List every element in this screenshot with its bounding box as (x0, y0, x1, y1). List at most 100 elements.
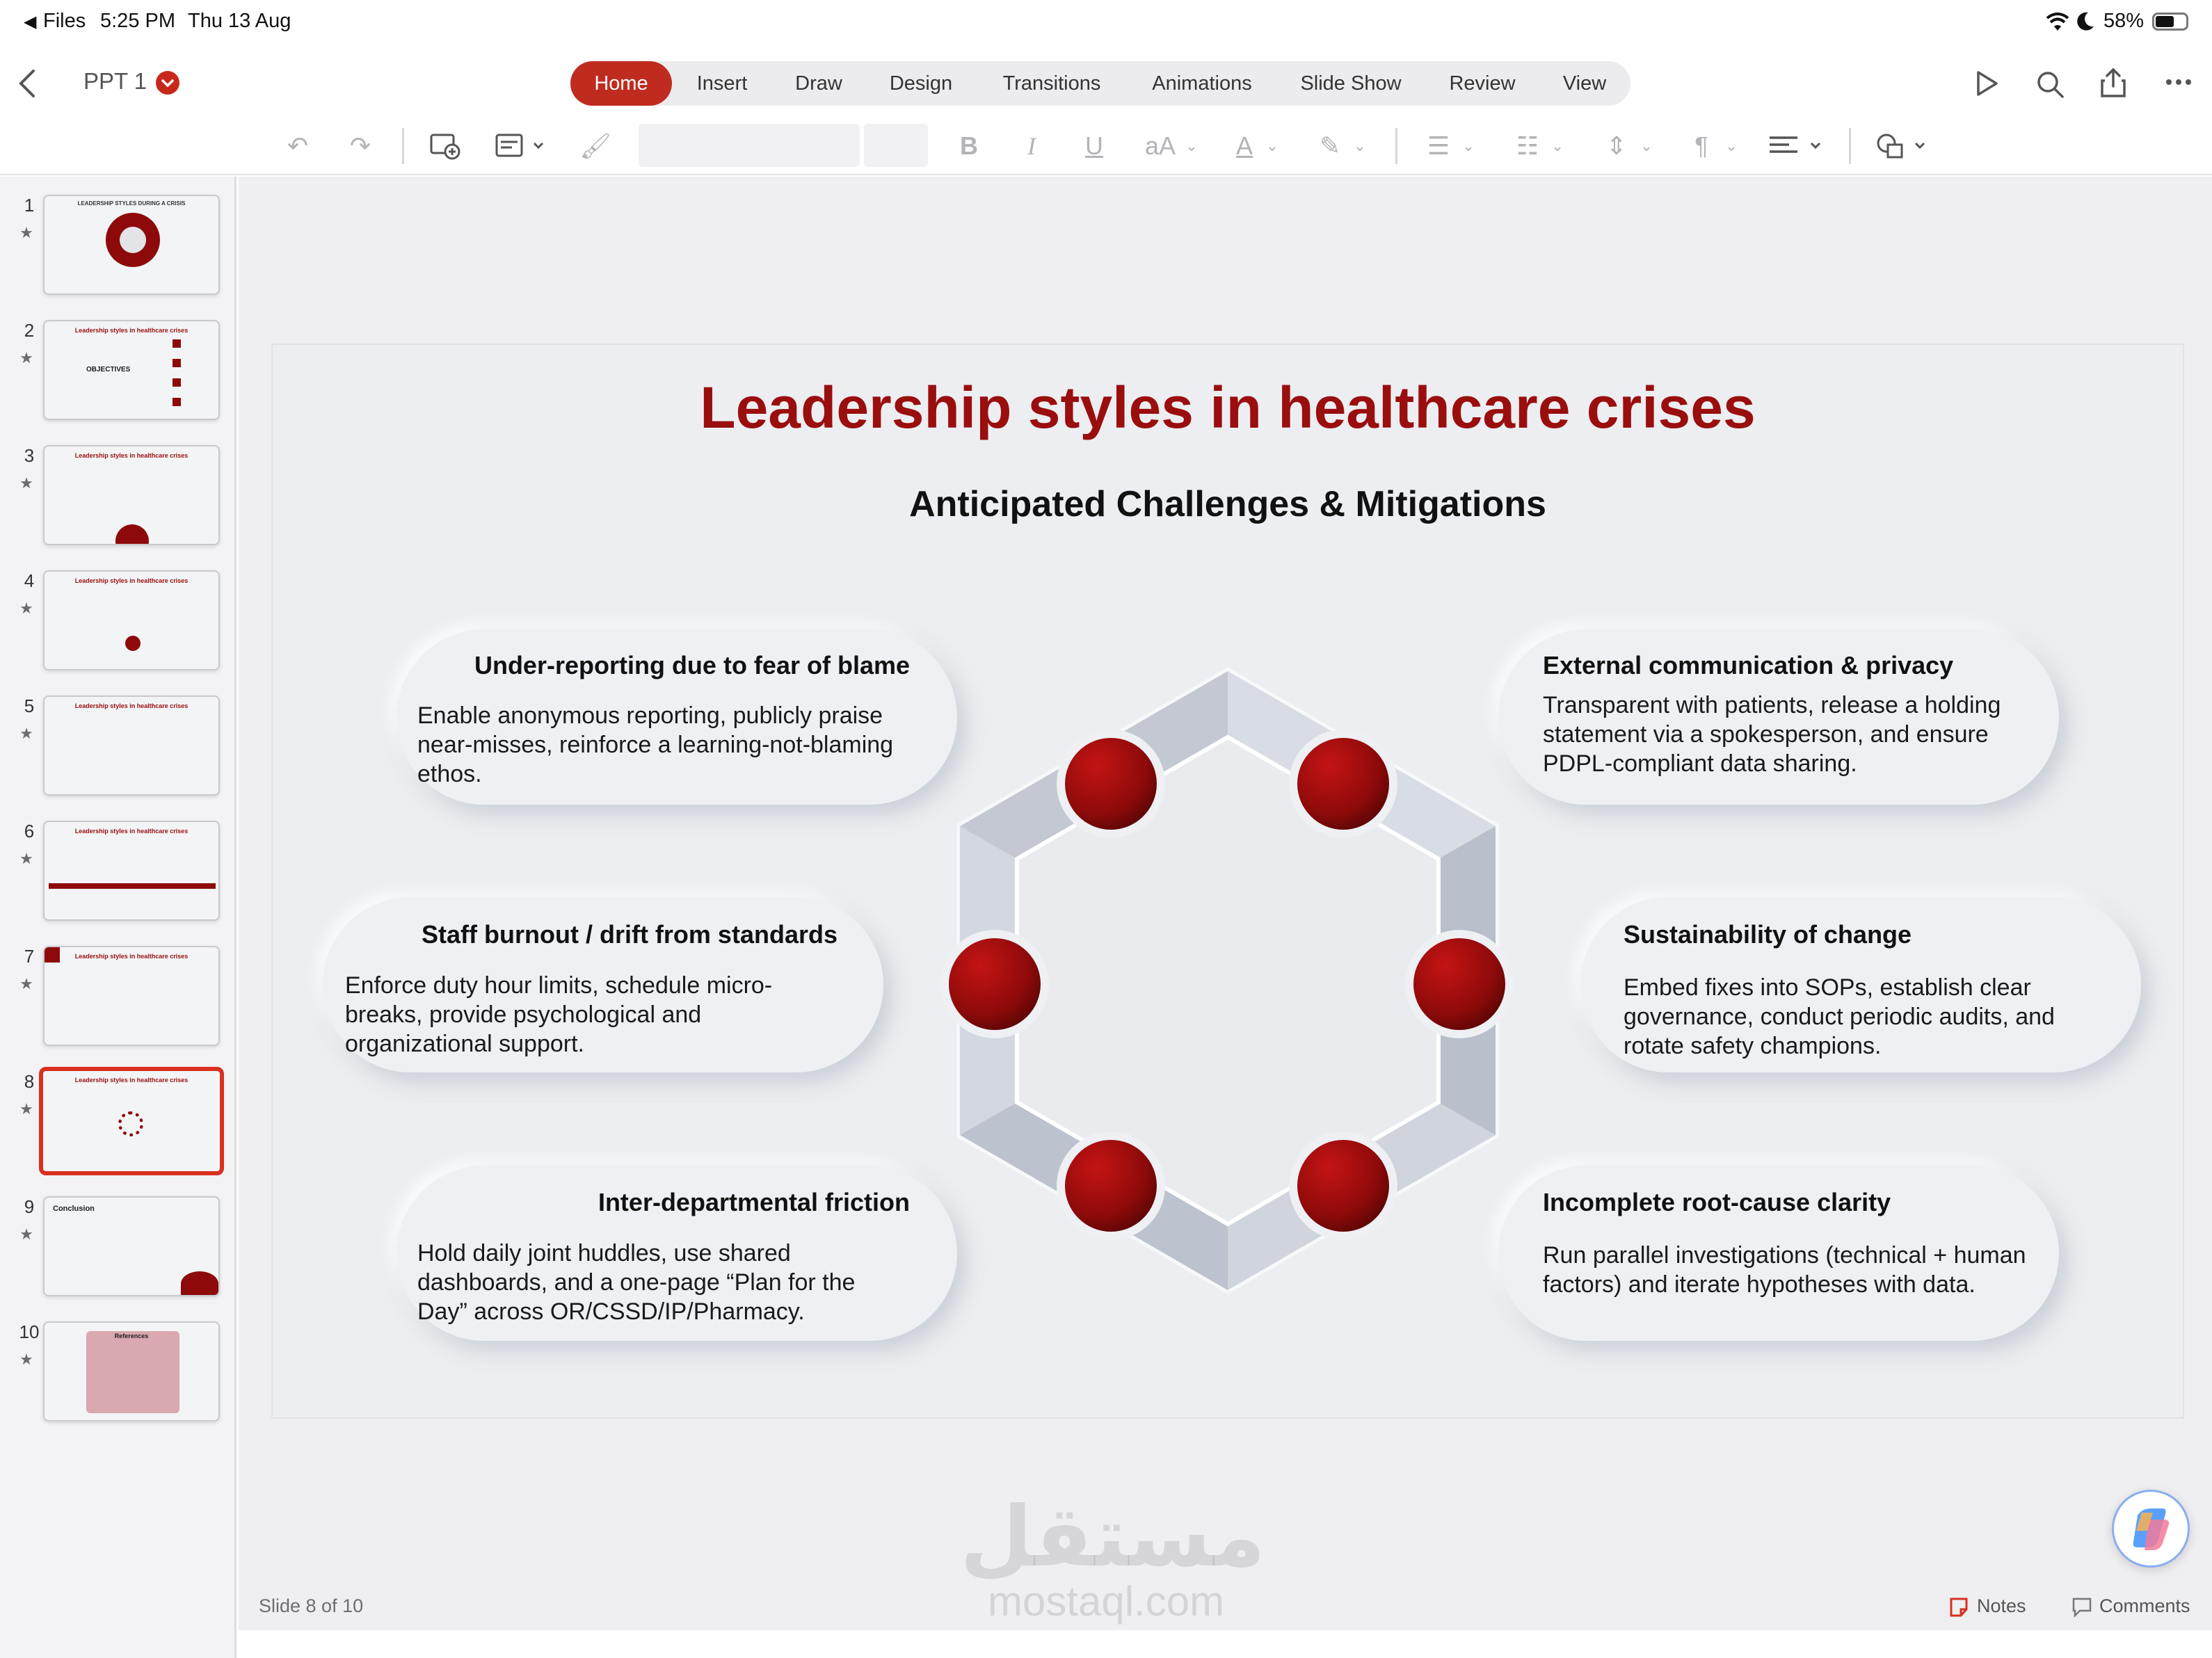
card-heading: Incomplete root-cause clarity (1543, 1188, 1891, 1216)
layout-dropdown-icon[interactable] (494, 132, 550, 160)
star-icon: ★ (19, 1100, 33, 1118)
wifi-icon (2046, 13, 2069, 31)
comments-icon[interactable] (2071, 1597, 2092, 1618)
tab-draw[interactable]: Draw (780, 61, 857, 106)
comments-button[interactable]: Comments (2099, 1595, 2190, 1617)
redo-icon[interactable]: ↷ (341, 125, 380, 167)
thumb-title: Leadership styles in healthcare crises (74, 1077, 189, 1084)
slide-counter: Slide 8 of 10 (259, 1595, 364, 1616)
star-icon: ★ (19, 1351, 33, 1368)
tab-home[interactable]: Home (570, 61, 672, 106)
slide-number: 6 (24, 821, 35, 842)
slide-thumbnail-9[interactable]: Conclusion (43, 1196, 220, 1296)
paragraph-direction-icon[interactable]: ¶ (1682, 125, 1721, 167)
watermark-arabic: مستقل (960, 1490, 1265, 1584)
star-icon: ★ (19, 725, 33, 742)
notes-button[interactable]: Notes (1977, 1595, 2026, 1617)
slide-number: 10 (19, 1321, 40, 1342)
slide-thumbnail-2[interactable]: Leadership styles in healthcare crises O… (43, 320, 220, 420)
bullet-list-icon[interactable]: ☰ (1419, 125, 1458, 167)
thumb-title: References (114, 1333, 149, 1339)
star-icon: ★ (19, 224, 33, 241)
slide-number: 2 (24, 320, 35, 341)
card-heading: External communication & privacy (1543, 651, 1954, 679)
tab-insert[interactable]: Insert (680, 61, 764, 106)
back-triangle-icon[interactable]: ◀ (24, 12, 36, 32)
align-dropdown-icon[interactable] (1767, 134, 1829, 159)
star-icon: ★ (19, 599, 33, 617)
back-app-label[interactable]: Files (43, 10, 86, 33)
hexagon-cycle-graphic[interactable] (932, 647, 1530, 1314)
star-icon: ★ (19, 349, 33, 367)
card-body: Run parallel investigations (technical +… (1543, 1242, 2026, 1298)
tab-view[interactable]: View (1553, 61, 1617, 106)
node-bottom-left (1057, 1132, 1165, 1240)
slide-thumbnail-10[interactable]: References (43, 1321, 220, 1422)
shapes-dropdown-icon[interactable] (1875, 131, 1934, 161)
thumb-title: LEADERSHIP STYLES DURING A CRISIS (77, 200, 186, 207)
more-options-icon[interactable] (2165, 78, 2193, 86)
chevron-down-icon[interactable]: ⌄ (1721, 125, 1742, 167)
numbered-list-icon[interactable]: ☷ (1508, 125, 1547, 167)
tab-design[interactable]: Design (878, 61, 964, 106)
chevron-down-icon[interactable]: ⌄ (1262, 125, 1283, 167)
slide-thumbnail-5[interactable]: Leadership styles in healthcare crises (43, 695, 220, 796)
card-heading: Under-reporting due to fear of blame (474, 651, 910, 679)
font-size-adjust-button[interactable]: aA (1139, 125, 1181, 167)
chevron-down-icon[interactable]: ⌄ (1181, 125, 1202, 167)
slide-thumbnail-3[interactable]: Leadership styles in healthcare crises (43, 445, 220, 545)
bold-button[interactable]: B (952, 125, 986, 167)
back-chevron-icon[interactable] (18, 68, 36, 99)
thumb-title: Leadership styles in healthcare crises (74, 828, 189, 835)
tab-transitions[interactable]: Transitions (988, 61, 1116, 106)
italic-button[interactable]: I (1014, 125, 1049, 167)
font-color-button[interactable]: A (1227, 125, 1262, 167)
battery-icon (2152, 13, 2188, 31)
copilot-button[interactable] (2112, 1490, 2190, 1568)
chevron-down-icon[interactable]: ⌄ (1636, 125, 1657, 167)
card-body: Transparent with patients, release a hol… (1543, 692, 2001, 777)
slide-number: 4 (24, 570, 35, 591)
slide-thumbnail-1[interactable]: LEADERSHIP STYLES DURING A CRISIS (43, 195, 220, 295)
chevron-down-icon[interactable]: ⌄ (1458, 125, 1479, 167)
chevron-down-icon[interactable]: ⌄ (1349, 125, 1370, 167)
new-slide-icon[interactable] (428, 131, 462, 161)
underline-button[interactable]: U (1077, 125, 1112, 167)
slide-thumbnail-7[interactable]: Leadership styles in healthcare crises (43, 946, 220, 1046)
moon-icon (2077, 12, 2094, 31)
slide-title[interactable]: Leadership styles in healthcare crises (271, 374, 2184, 442)
notes-icon[interactable] (1949, 1597, 1969, 1618)
tab-animations[interactable]: Animations (1141, 61, 1263, 106)
document-title[interactable]: PPT 1 (83, 68, 147, 95)
card-body: Enforce duty hour limits, schedule micro… (345, 972, 773, 1057)
slide-number: 5 (24, 695, 35, 716)
slide-number: 3 (24, 445, 35, 466)
undo-icon[interactable]: ↶ (278, 125, 317, 167)
slide-thumbnail-6[interactable]: Leadership styles in healthcare crises (43, 821, 220, 921)
chevron-down-icon[interactable]: ⌄ (1547, 125, 1568, 167)
tab-slide-show[interactable]: Slide Show (1291, 61, 1411, 106)
toolbar-divider (1395, 128, 1397, 164)
status-bar: ◀ Files 5:25 PM Thu 13 Aug 58% (0, 0, 2212, 45)
play-icon[interactable] (1973, 68, 2001, 99)
font-name-field[interactable] (639, 124, 860, 167)
node-right (1405, 930, 1514, 1038)
slide-number: 1 (24, 195, 35, 216)
slide-thumbnail-8[interactable]: Leadership styles in healthcare crises (39, 1067, 224, 1175)
toolbar-divider (1849, 128, 1851, 164)
document-menu-chevron-icon[interactable] (156, 71, 179, 95)
star-icon: ★ (19, 474, 33, 492)
card-heading: Inter-departmental friction (598, 1188, 910, 1216)
card-body: Hold daily joint huddles, use shared das… (417, 1240, 856, 1325)
slide-thumbnail-4[interactable]: Leadership styles in healthcare crises (43, 570, 220, 670)
font-size-field[interactable] (864, 124, 928, 167)
line-spacing-icon[interactable]: ⇕ (1597, 125, 1636, 167)
tab-review[interactable]: Review (1438, 61, 1526, 106)
slide-subtitle[interactable]: Anticipated Challenges & Mitigations (271, 483, 2184, 525)
share-icon[interactable] (2099, 67, 2127, 99)
format-painter-icon[interactable]: 🖌 (576, 125, 615, 167)
toolbar-divider (402, 128, 404, 164)
highlighter-icon[interactable]: ✎ (1311, 125, 1349, 167)
card-body: Enable anonymous reporting, publicly pra… (417, 702, 894, 787)
search-icon[interactable] (2035, 70, 2065, 99)
